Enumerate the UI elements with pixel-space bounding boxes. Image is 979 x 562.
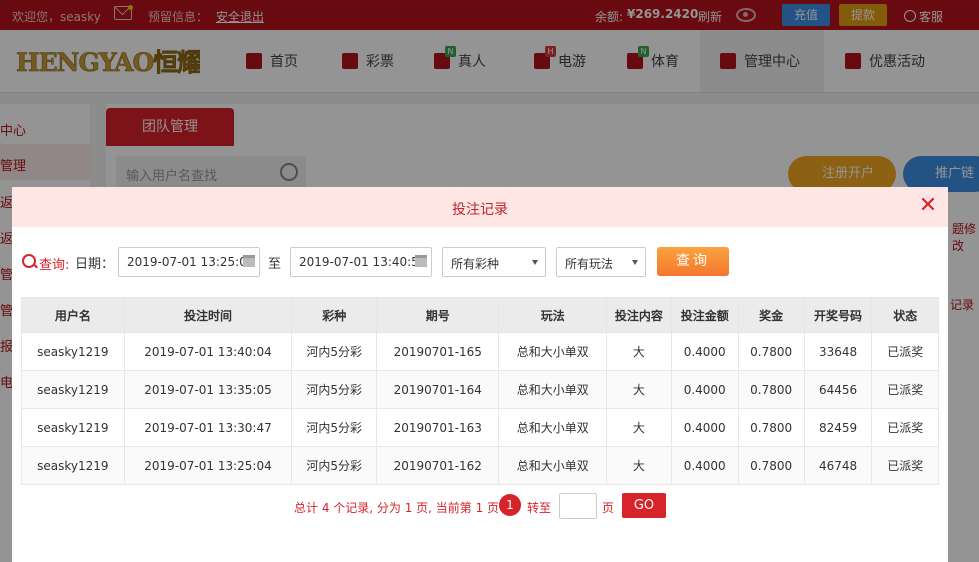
modal-title: 投注记录 [452, 202, 508, 218]
table-row: seasky1219 2019-07-01 13:35:05 河内5分彩 201… [21, 370, 939, 409]
lottery-type-select[interactable]: 所有彩种 [442, 247, 546, 277]
table-row: seasky1219 2019-07-01 13:40:04 河内5分彩 201… [21, 332, 939, 371]
cell-issue: 20190701-163 [376, 408, 500, 447]
goto-label: 转至 [527, 501, 552, 515]
play-type-select[interactable]: 所有玩法 [556, 247, 646, 277]
cell-bet-amount: 0.4000 [670, 370, 739, 409]
cell-status: 已派奖 [871, 446, 939, 485]
calendar-icon[interactable] [415, 255, 427, 267]
col-prize: 奖金 [737, 297, 805, 333]
cell-username: seasky1219 [21, 332, 125, 371]
col-issue: 期号 [376, 297, 500, 333]
to-label: 至 [268, 257, 282, 272]
table-row: seasky1219 2019-07-01 13:30:47 河内5分彩 201… [21, 408, 939, 447]
cell-bet-time: 2019-07-01 13:35:05 [123, 370, 293, 409]
page-unit-label: 页 [602, 501, 615, 515]
cell-bet-amount: 0.4000 [670, 446, 739, 485]
cell-play: 总和大小单双 [498, 370, 608, 409]
cell-status: 已派奖 [871, 370, 939, 409]
modal-header: 投注记录 ✕ [12, 187, 948, 227]
lottery-type-value: 所有彩种 [451, 257, 500, 271]
cell-lottery: 河内5分彩 [291, 408, 378, 447]
cell-username: seasky1219 [21, 446, 125, 485]
col-bet-content: 投注内容 [606, 297, 672, 333]
table-row: seasky1219 2019-07-01 13:25:04 河内5分彩 201… [21, 446, 939, 485]
col-username: 用户名 [21, 297, 125, 333]
col-lottery: 彩种 [291, 297, 378, 333]
cell-bet-content: 大 [606, 332, 672, 371]
col-bet-amount: 投注金额 [670, 297, 739, 333]
query-label: 查询: [39, 258, 70, 273]
date-to-input[interactable]: 2019-07-01 13:40:59 [290, 247, 432, 277]
cell-lottery: 河内5分彩 [291, 370, 378, 409]
play-type-value: 所有玩法 [565, 257, 614, 271]
chevron-down-icon [632, 260, 638, 265]
cell-draw-number: 33648 [803, 332, 873, 371]
cell-issue: 20190701-164 [376, 370, 500, 409]
cell-prize: 0.7800 [737, 446, 805, 485]
cell-bet-time: 2019-07-01 13:30:47 [123, 408, 293, 447]
date-to-value: 2019-07-01 13:40:59 [299, 255, 427, 269]
col-status: 状态 [871, 297, 939, 333]
date-label: 日期： [75, 257, 115, 272]
date-from-input[interactable]: 2019-07-01 13:25:00 [118, 247, 260, 277]
chevron-down-icon [532, 260, 538, 265]
cell-bet-content: 大 [606, 370, 672, 409]
col-bet-time: 投注时间 [123, 297, 293, 333]
go-button[interactable]: GO [622, 493, 666, 518]
cell-username: seasky1219 [21, 370, 125, 409]
cell-play: 总和大小单双 [498, 332, 608, 371]
cell-draw-number: 64456 [803, 370, 873, 409]
cell-bet-time: 2019-07-01 13:40:04 [123, 332, 293, 371]
cell-prize: 0.7800 [737, 332, 805, 371]
goto-page-input[interactable] [559, 493, 597, 519]
cell-prize: 0.7800 [737, 408, 805, 447]
bet-records-table: 用户名 投注时间 彩种 期号 玩法 投注内容 投注金额 奖金 开奖号码 状态 s… [21, 297, 939, 485]
cell-bet-amount: 0.4000 [670, 332, 739, 371]
cell-username: seasky1219 [21, 408, 125, 447]
cell-bet-content: 大 [606, 408, 672, 447]
cell-status: 已派奖 [871, 332, 939, 371]
calendar-icon[interactable] [243, 255, 255, 267]
col-draw-number: 开奖号码 [803, 297, 873, 333]
bet-records-modal: 投注记录 ✕ 查询: 日期： 2019-07-01 13:25:00 至 201… [12, 187, 948, 562]
date-from-value: 2019-07-01 13:25:00 [127, 255, 255, 269]
cell-prize: 0.7800 [737, 370, 805, 409]
current-page-button[interactable]: 1 [499, 494, 521, 516]
cell-play: 总和大小单双 [498, 408, 608, 447]
query-button[interactable]: 查询 [657, 247, 729, 276]
cell-issue: 20190701-162 [376, 446, 500, 485]
cell-draw-number: 82459 [803, 408, 873, 447]
cell-status: 已派奖 [871, 408, 939, 447]
cell-bet-time: 2019-07-01 13:25:04 [123, 446, 293, 485]
close-icon[interactable]: ✕ [918, 195, 938, 217]
cell-bet-content: 大 [606, 446, 672, 485]
search-icon [22, 254, 36, 268]
pagination-summary: 总计 4 个记录, 分为 1 页, 当前第 1 页 [294, 501, 500, 515]
cell-draw-number: 46748 [803, 446, 873, 485]
cell-lottery: 河内5分彩 [291, 446, 378, 485]
cell-bet-amount: 0.4000 [670, 408, 739, 447]
cell-lottery: 河内5分彩 [291, 332, 378, 371]
col-play: 玩法 [498, 297, 608, 333]
cell-issue: 20190701-165 [376, 332, 500, 371]
cell-play: 总和大小单双 [498, 446, 608, 485]
table-header-row: 用户名 投注时间 彩种 期号 玩法 投注内容 投注金额 奖金 开奖号码 状态 [21, 297, 939, 333]
